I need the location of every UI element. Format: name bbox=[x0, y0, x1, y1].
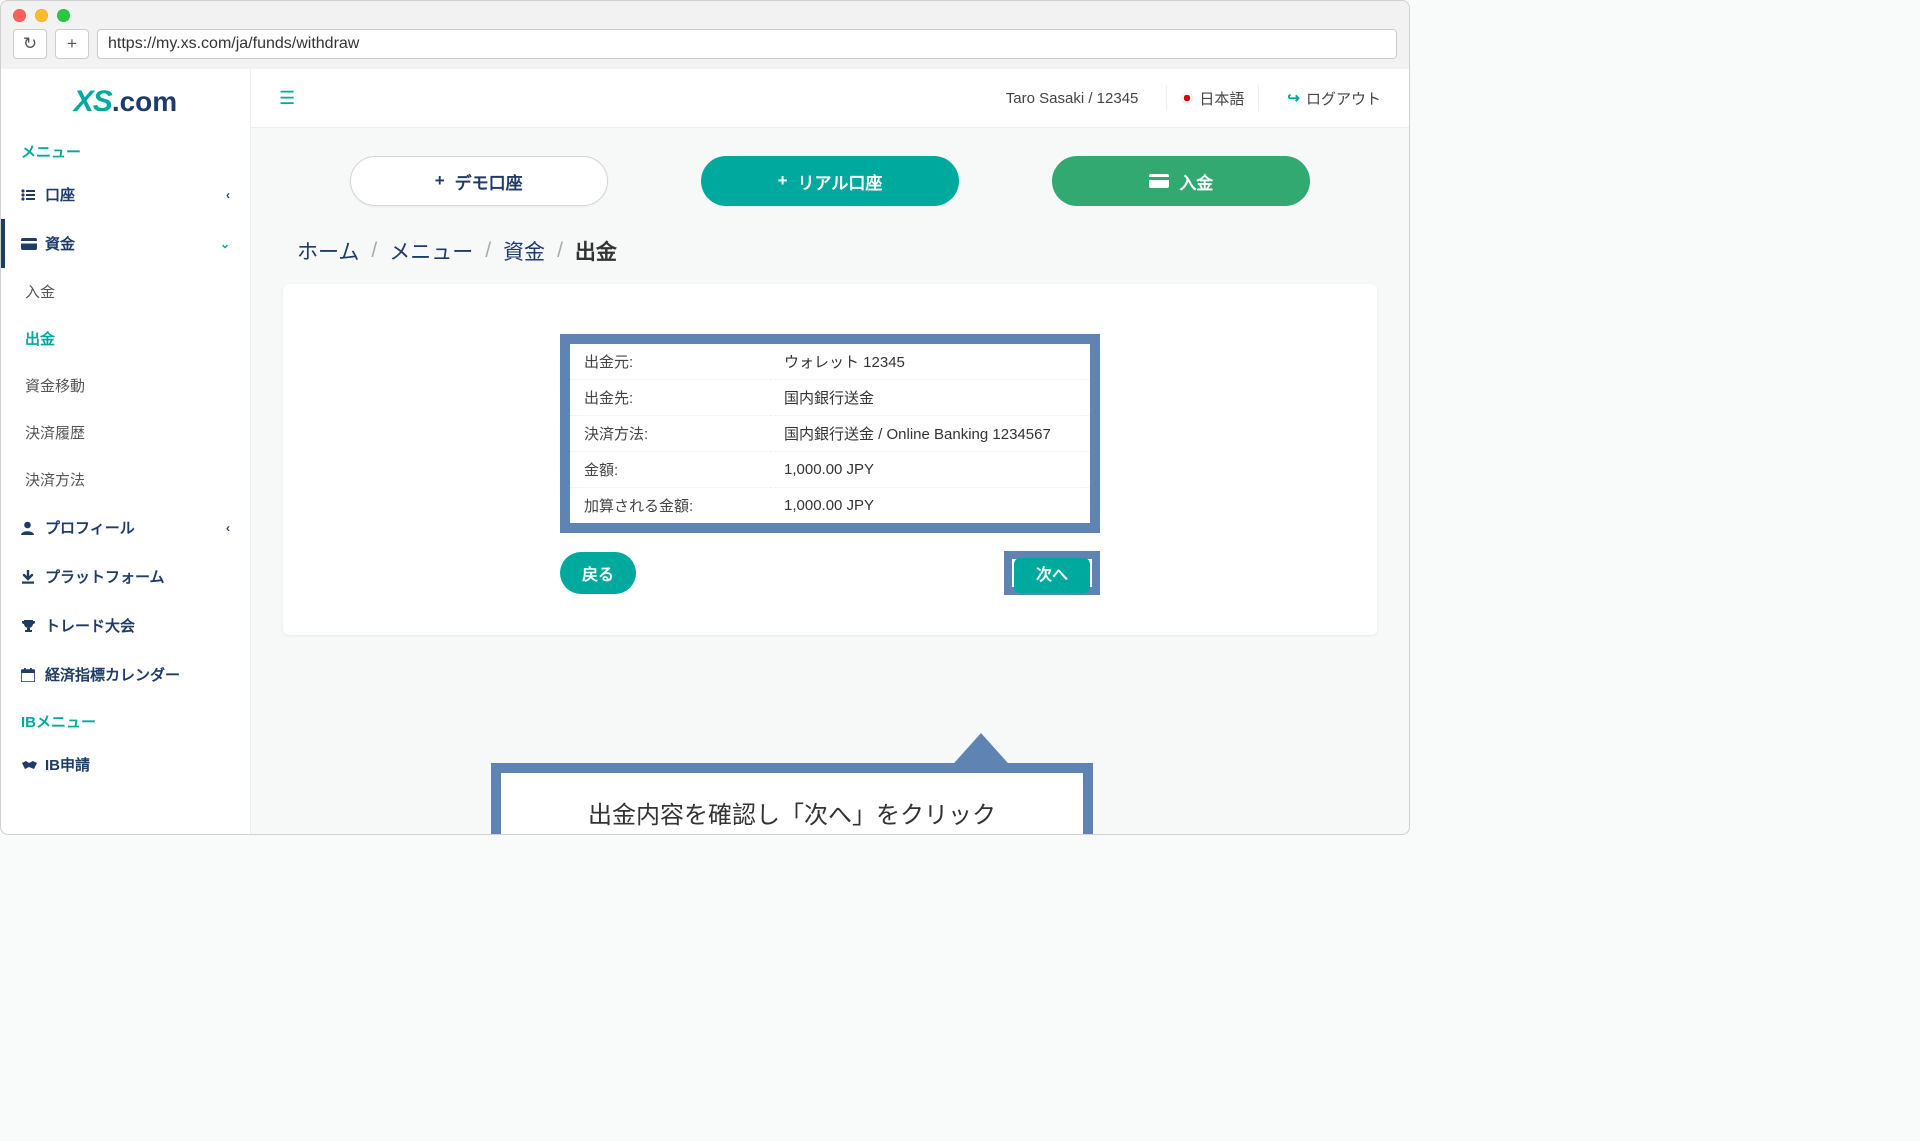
withdraw-summary: 出金元: ウォレット 12345 出金先: 国内銀行送金 決済方法: 国内銀行送… bbox=[560, 334, 1100, 533]
handshake-icon bbox=[21, 759, 45, 771]
summary-amount-value: 1,000.00 JPY bbox=[770, 452, 1090, 488]
deposit-button[interactable]: 入金 bbox=[1052, 156, 1310, 206]
breadcrumb-current: 出金 bbox=[575, 236, 617, 266]
sidebar-item-withdraw[interactable]: 出金 bbox=[1, 315, 250, 362]
jp-flag-icon bbox=[1181, 92, 1193, 104]
instruction-callout: 出金内容を確認し「次へ」をクリック bbox=[491, 763, 1093, 834]
breadcrumb-funds[interactable]: 資金 bbox=[503, 236, 545, 266]
browser-window: ↻ + https://my.xs.com/ja/funds/withdraw … bbox=[0, 0, 1410, 835]
callout-text: 出金内容を確認し「次へ」をクリック bbox=[491, 763, 1093, 834]
sidebar-item-label: 資金 bbox=[45, 233, 75, 254]
next-button[interactable]: 次へ bbox=[1014, 558, 1090, 593]
demo-account-button[interactable]: + デモ口座 bbox=[350, 156, 608, 206]
summary-dest-value: 国内銀行送金 bbox=[770, 380, 1090, 416]
sidebar-item-label: トレード大会 bbox=[45, 615, 135, 636]
chevron-left-icon: ‹ bbox=[226, 188, 230, 202]
close-window-icon[interactable] bbox=[13, 9, 26, 22]
sidebar-item-calendar[interactable]: 経済指標カレンダー bbox=[1, 650, 250, 699]
reload-button[interactable]: ↻ bbox=[13, 29, 47, 59]
sidebar-item-contest[interactable]: トレード大会 bbox=[1, 601, 250, 650]
language-selector[interactable]: 日本語 bbox=[1166, 85, 1259, 111]
summary-method-label: 決済方法: bbox=[570, 416, 770, 452]
menu-heading: メニュー bbox=[1, 129, 250, 170]
sidebar-item-accounts[interactable]: 口座 ‹ bbox=[1, 170, 250, 219]
logo-xs: XS bbox=[74, 85, 112, 118]
summary-credit-label: 加算される金額: bbox=[570, 488, 770, 524]
sidebar-item-transfer[interactable]: 資金移動 bbox=[1, 362, 250, 409]
breadcrumb-separator: / bbox=[485, 239, 491, 263]
maximize-window-icon[interactable] bbox=[57, 9, 70, 22]
sidebar-item-history[interactable]: 決済履歴 bbox=[1, 409, 250, 456]
minimize-window-icon[interactable] bbox=[35, 9, 48, 22]
button-label: リアル口座 bbox=[798, 169, 883, 194]
new-tab-button[interactable]: + bbox=[55, 29, 89, 59]
chevron-down-icon: ⌄ bbox=[220, 237, 230, 251]
summary-source-value: ウォレット 12345 bbox=[770, 344, 1090, 380]
summary-source-label: 出金元: bbox=[570, 344, 770, 380]
button-label: 入金 bbox=[1179, 169, 1213, 194]
breadcrumb-menu[interactable]: メニュー bbox=[389, 236, 473, 266]
summary-method-value: 国内銀行送金 / Online Banking 1234567 bbox=[770, 416, 1090, 452]
ib-menu-heading: IBメニュー bbox=[1, 699, 250, 740]
action-button-row: + デモ口座 + リアル口座 入金 bbox=[283, 148, 1377, 236]
window-titlebar bbox=[1, 1, 1409, 23]
topbar: ☰ Taro Sasaki / 12345 日本語 ↪ ログアウト bbox=[251, 69, 1409, 128]
callout-arrow-icon bbox=[947, 733, 1015, 771]
sidebar-item-label: プラットフォーム bbox=[45, 566, 165, 587]
url-bar[interactable]: https://my.xs.com/ja/funds/withdraw bbox=[97, 29, 1397, 59]
plus-icon: + bbox=[435, 171, 445, 191]
sidebar-item-ib-apply[interactable]: IB申請 bbox=[1, 740, 250, 789]
user-name: Taro Sasaki / 12345 bbox=[1006, 90, 1139, 107]
summary-credit-value: 1,000.00 JPY bbox=[770, 488, 1090, 524]
form-action-row: 戻る 次へ bbox=[560, 551, 1100, 595]
sidebar-item-deposit[interactable]: 入金 bbox=[1, 268, 250, 315]
sidebar-item-label: 口座 bbox=[45, 184, 75, 205]
logout-label: ログアウト bbox=[1306, 88, 1381, 109]
chevron-left-icon: ‹ bbox=[226, 521, 230, 535]
logout-button[interactable]: ↪ ログアウト bbox=[1287, 88, 1381, 109]
menu-toggle-icon[interactable]: ☰ bbox=[279, 88, 295, 109]
plus-icon: + bbox=[778, 171, 788, 191]
next-button-highlight: 次へ bbox=[1004, 551, 1100, 595]
sidebar: XS.com メニュー 口座 ‹ 資金 ⌄ bbox=[1, 69, 251, 834]
sidebar-item-platform[interactable]: プラットフォーム bbox=[1, 552, 250, 601]
user-icon bbox=[21, 521, 45, 535]
withdraw-card: 出金元: ウォレット 12345 出金先: 国内銀行送金 決済方法: 国内銀行送… bbox=[283, 284, 1377, 635]
sidebar-item-methods[interactable]: 決済方法 bbox=[1, 456, 250, 503]
calendar-icon bbox=[21, 668, 45, 682]
sidebar-item-funds[interactable]: 資金 ⌄ bbox=[1, 219, 250, 268]
card-icon bbox=[1149, 174, 1169, 188]
download-icon bbox=[21, 570, 45, 584]
sidebar-item-label: 経済指標カレンダー bbox=[45, 664, 180, 685]
breadcrumb-separator: / bbox=[371, 239, 377, 263]
sidebar-item-profile[interactable]: プロフィール ‹ bbox=[1, 503, 250, 552]
main-area: ☰ Taro Sasaki / 12345 日本語 ↪ ログアウト bbox=[251, 69, 1409, 834]
live-account-button[interactable]: + リアル口座 bbox=[701, 156, 959, 206]
logo[interactable]: XS.com bbox=[1, 69, 250, 129]
wallet-icon bbox=[21, 238, 45, 250]
logo-com: .com bbox=[112, 86, 177, 117]
funds-submenu: 入金 出金 資金移動 決済履歴 決済方法 bbox=[1, 268, 250, 503]
trophy-icon bbox=[21, 619, 45, 633]
breadcrumb-home[interactable]: ホーム bbox=[297, 236, 359, 266]
summary-amount-label: 金額: bbox=[570, 452, 770, 488]
sidebar-item-label: プロフィール bbox=[45, 517, 135, 538]
language-label: 日本語 bbox=[1199, 88, 1244, 109]
breadcrumb: ホーム / メニュー / 資金 / 出金 bbox=[283, 236, 1377, 284]
summary-dest-label: 出金先: bbox=[570, 380, 770, 416]
sidebar-item-label: IB申請 bbox=[45, 754, 90, 775]
button-label: デモ口座 bbox=[455, 169, 523, 194]
breadcrumb-separator: / bbox=[557, 239, 563, 263]
browser-toolbar: ↻ + https://my.xs.com/ja/funds/withdraw bbox=[1, 23, 1409, 69]
back-button[interactable]: 戻る bbox=[560, 552, 636, 594]
logout-icon: ↪ bbox=[1287, 89, 1300, 107]
list-icon bbox=[21, 189, 45, 201]
